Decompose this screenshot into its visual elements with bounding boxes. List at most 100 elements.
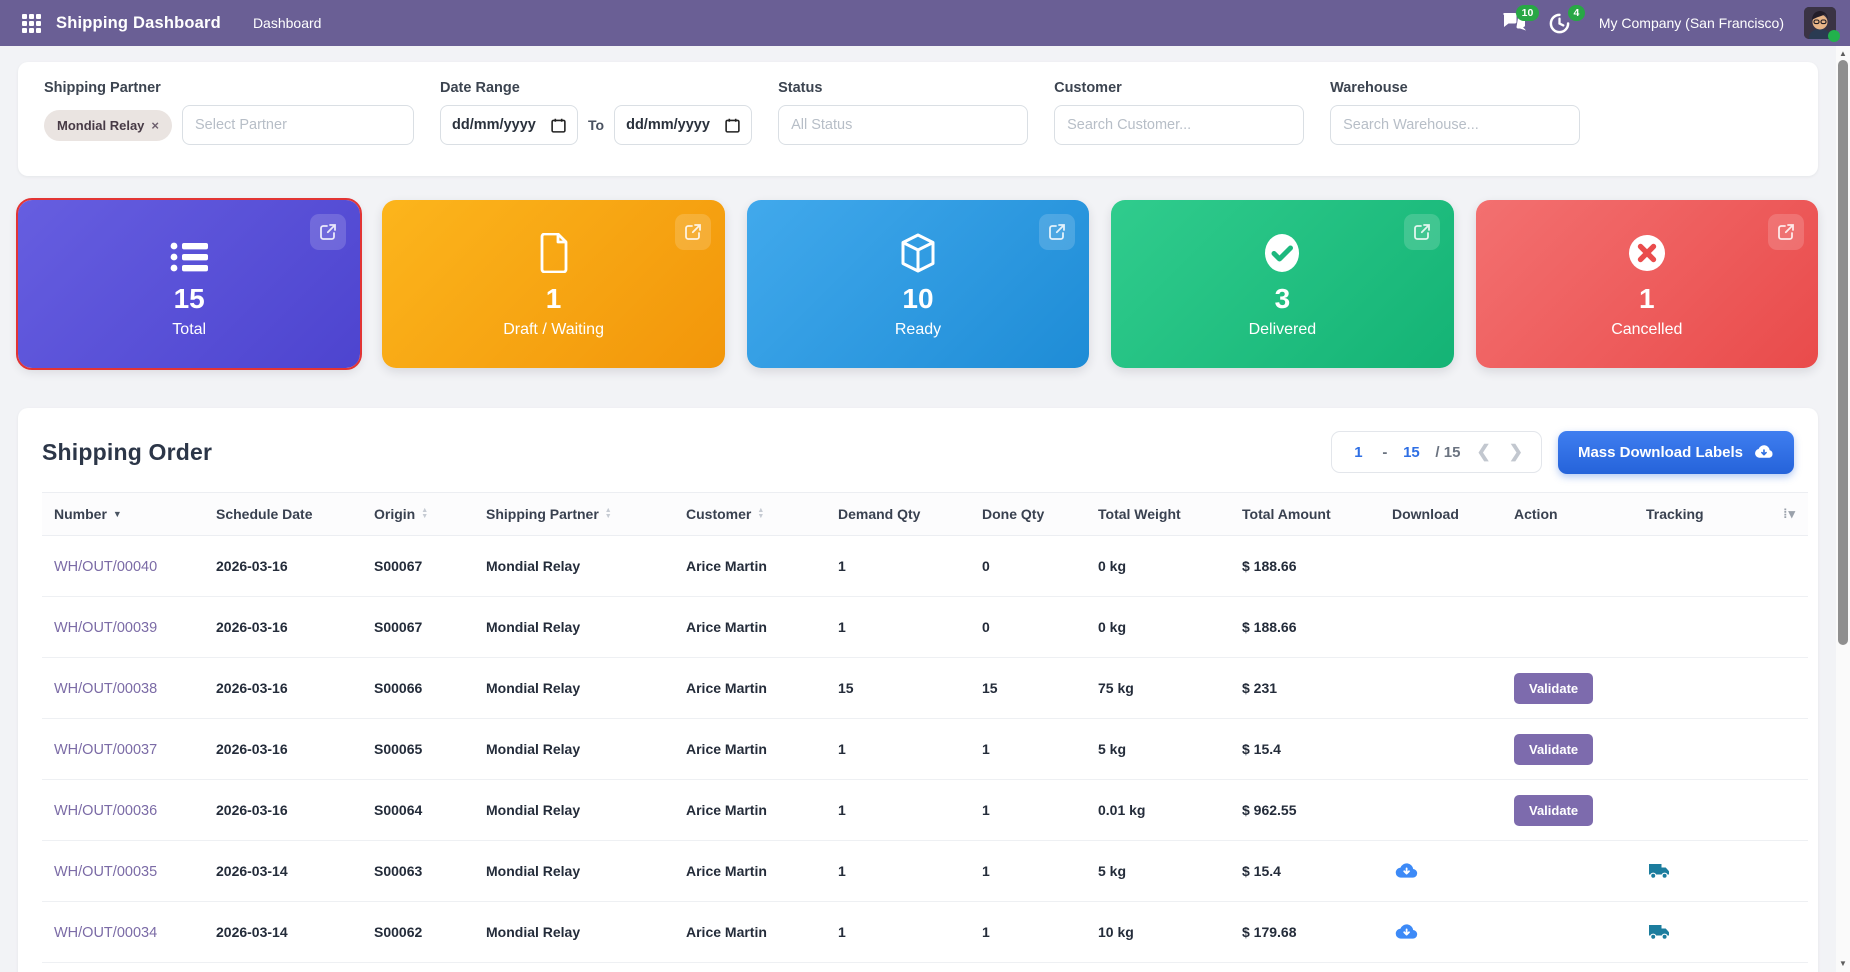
scroll-up-icon[interactable]: ▲ <box>1836 46 1850 60</box>
column-header-shipping-partner[interactable]: Shipping Partner▲▼ <box>474 493 674 536</box>
open-external-icon[interactable] <box>1768 214 1804 250</box>
date-to-input[interactable]: dd/mm/yyyy <box>614 105 752 145</box>
company-name[interactable]: My Company (San Francisco) <box>1599 15 1784 31</box>
open-external-icon[interactable] <box>310 214 346 250</box>
page-end[interactable]: 15 <box>1401 444 1421 461</box>
cell-shipping-partner: Mondial Relay <box>474 597 674 658</box>
scroll-down-icon[interactable]: ▼ <box>1836 956 1850 970</box>
column-header-origin[interactable]: Origin▲▼ <box>362 493 474 536</box>
next-page-icon[interactable]: ❯ <box>1507 442 1525 462</box>
open-external-icon[interactable] <box>1039 214 1075 250</box>
apps-menu-icon[interactable] <box>14 6 48 40</box>
cell-number: WH/OUT/00034 <box>42 902 204 963</box>
cell-total-amount: $ 15.4 <box>1230 841 1380 902</box>
activities-icon[interactable]: 4 <box>1547 10 1573 36</box>
order-number-link[interactable]: WH/OUT/00037 <box>54 742 157 758</box>
cell-number: WH/OUT/00036 <box>42 780 204 841</box>
table-row: WH/OUT/000352026-03-14S00063Mondial Rela… <box>42 841 1808 902</box>
column-header-done-qty[interactable]: Done Qty <box>970 493 1086 536</box>
column-label: Customer <box>686 506 751 522</box>
remove-tag-icon[interactable]: × <box>151 118 159 133</box>
column-header-tracking[interactable]: Tracking <box>1634 493 1746 536</box>
open-external-icon[interactable] <box>675 214 711 250</box>
stat-count: 1 <box>1639 283 1655 315</box>
column-label: Schedule Date <box>216 506 312 522</box>
mass-download-label: Mass Download Labels <box>1578 444 1743 461</box>
column-header-customer[interactable]: Customer▲▼ <box>674 493 826 536</box>
stat-card-cancelled[interactable]: 1Cancelled <box>1476 200 1818 368</box>
page-dash: - <box>1382 444 1387 461</box>
cell-number: WH/OUT/00038 <box>42 658 204 719</box>
cell-action: Validate <box>1502 719 1634 780</box>
table-row: WH/OUT/000372026-03-16S00065Mondial Rela… <box>42 719 1808 780</box>
order-number-link[interactable]: WH/OUT/00036 <box>54 803 157 819</box>
nav-menu-dashboard[interactable]: Dashboard <box>243 9 332 37</box>
cell-demand-qty: 1 <box>826 536 970 597</box>
column-header-action[interactable]: Action <box>1502 493 1634 536</box>
customer-search-input[interactable] <box>1054 105 1304 145</box>
order-number-link[interactable]: WH/OUT/00038 <box>54 681 157 697</box>
stat-cards: 15Total1Draft / Waiting10Ready3Delivered… <box>18 200 1818 368</box>
table-row: WH/OUT/000342026-03-14S00062Mondial Rela… <box>42 902 1808 963</box>
tracking-button[interactable] <box>1646 860 1672 882</box>
column-header-total-amount[interactable]: Total Amount <box>1230 493 1380 536</box>
cell-total-amount: $ 231 <box>1230 658 1380 719</box>
page-scrollbar[interactable]: ▲ ▼ <box>1836 46 1850 972</box>
validate-button[interactable]: Validate <box>1514 673 1593 704</box>
column-header-demand-qty[interactable]: Demand Qty <box>826 493 970 536</box>
warehouse-search-input[interactable] <box>1330 105 1580 145</box>
column-header-schedule-date[interactable]: Schedule Date <box>204 493 362 536</box>
partner-tag[interactable]: Mondial Relay × <box>44 110 172 141</box>
cell-customer <box>674 963 826 972</box>
order-number-link[interactable]: WH/OUT/00040 <box>54 559 157 575</box>
cell-action <box>1502 597 1634 658</box>
messages-icon[interactable]: 10 <box>1501 10 1527 36</box>
prev-page-icon[interactable]: ❮ <box>1474 442 1492 462</box>
date-to-value: dd/mm/yyyy <box>626 117 710 133</box>
stat-card-draft[interactable]: 1Draft / Waiting <box>382 200 724 368</box>
validate-button[interactable]: Validate <box>1514 734 1593 765</box>
partner-search-input[interactable] <box>182 105 414 145</box>
stat-card-delivered[interactable]: 3Delivered <box>1111 200 1453 368</box>
scrollbar-thumb[interactable] <box>1838 60 1848 645</box>
cell-origin: S00066 <box>362 658 474 719</box>
column-header-total-weight[interactable]: Total Weight <box>1086 493 1230 536</box>
cell-tracking <box>1634 719 1746 780</box>
download-label-button[interactable] <box>1392 860 1420 882</box>
cell-tracking <box>1634 597 1746 658</box>
table-row: Validate <box>42 963 1808 972</box>
cell-total-weight: 75 kg <box>1086 658 1230 719</box>
order-number-link[interactable]: WH/OUT/00034 <box>54 925 157 941</box>
stat-count: 1 <box>546 283 562 315</box>
sort-desc-icon: ▼ <box>113 509 122 519</box>
stat-card-ready[interactable]: 10Ready <box>747 200 1089 368</box>
stat-label: Total <box>172 321 206 339</box>
user-avatar[interactable] <box>1804 7 1836 39</box>
date-separator: To <box>588 117 604 133</box>
stat-label: Ready <box>895 321 941 339</box>
cell-schedule-date: 2026-03-16 <box>204 536 362 597</box>
page-start[interactable]: 1 <box>1348 444 1368 461</box>
cell-total-amount: $ 179.68 <box>1230 902 1380 963</box>
date-from-input[interactable]: dd/mm/yyyy <box>440 105 578 145</box>
download-label-button[interactable] <box>1392 921 1420 943</box>
optional-columns-button[interactable]: ⁞▾ <box>1746 493 1808 536</box>
column-header-download[interactable]: Download <box>1380 493 1502 536</box>
order-number-link[interactable]: WH/OUT/00039 <box>54 620 157 636</box>
cell-done-qty: 15 <box>970 658 1086 719</box>
mass-download-labels-button[interactable]: Mass Download Labels <box>1558 431 1794 474</box>
open-external-icon[interactable] <box>1404 214 1440 250</box>
validate-button[interactable]: Validate <box>1514 795 1593 826</box>
stat-card-total[interactable]: 15Total <box>18 200 360 368</box>
filter-label: Warehouse <box>1330 80 1580 96</box>
order-number-link[interactable]: WH/OUT/00035 <box>54 864 157 880</box>
column-header-number[interactable]: Number▼ <box>42 493 204 536</box>
document-icon <box>538 229 570 273</box>
status-input[interactable] <box>778 105 1028 145</box>
cell-action: Validate <box>1502 658 1634 719</box>
table-body: WH/OUT/000402026-03-16S00067Mondial Rela… <box>42 536 1808 972</box>
cell-origin <box>362 963 474 972</box>
tracking-button[interactable] <box>1646 921 1672 943</box>
cell-schedule-date: 2026-03-16 <box>204 719 362 780</box>
filter-warehouse: Warehouse <box>1330 80 1580 154</box>
